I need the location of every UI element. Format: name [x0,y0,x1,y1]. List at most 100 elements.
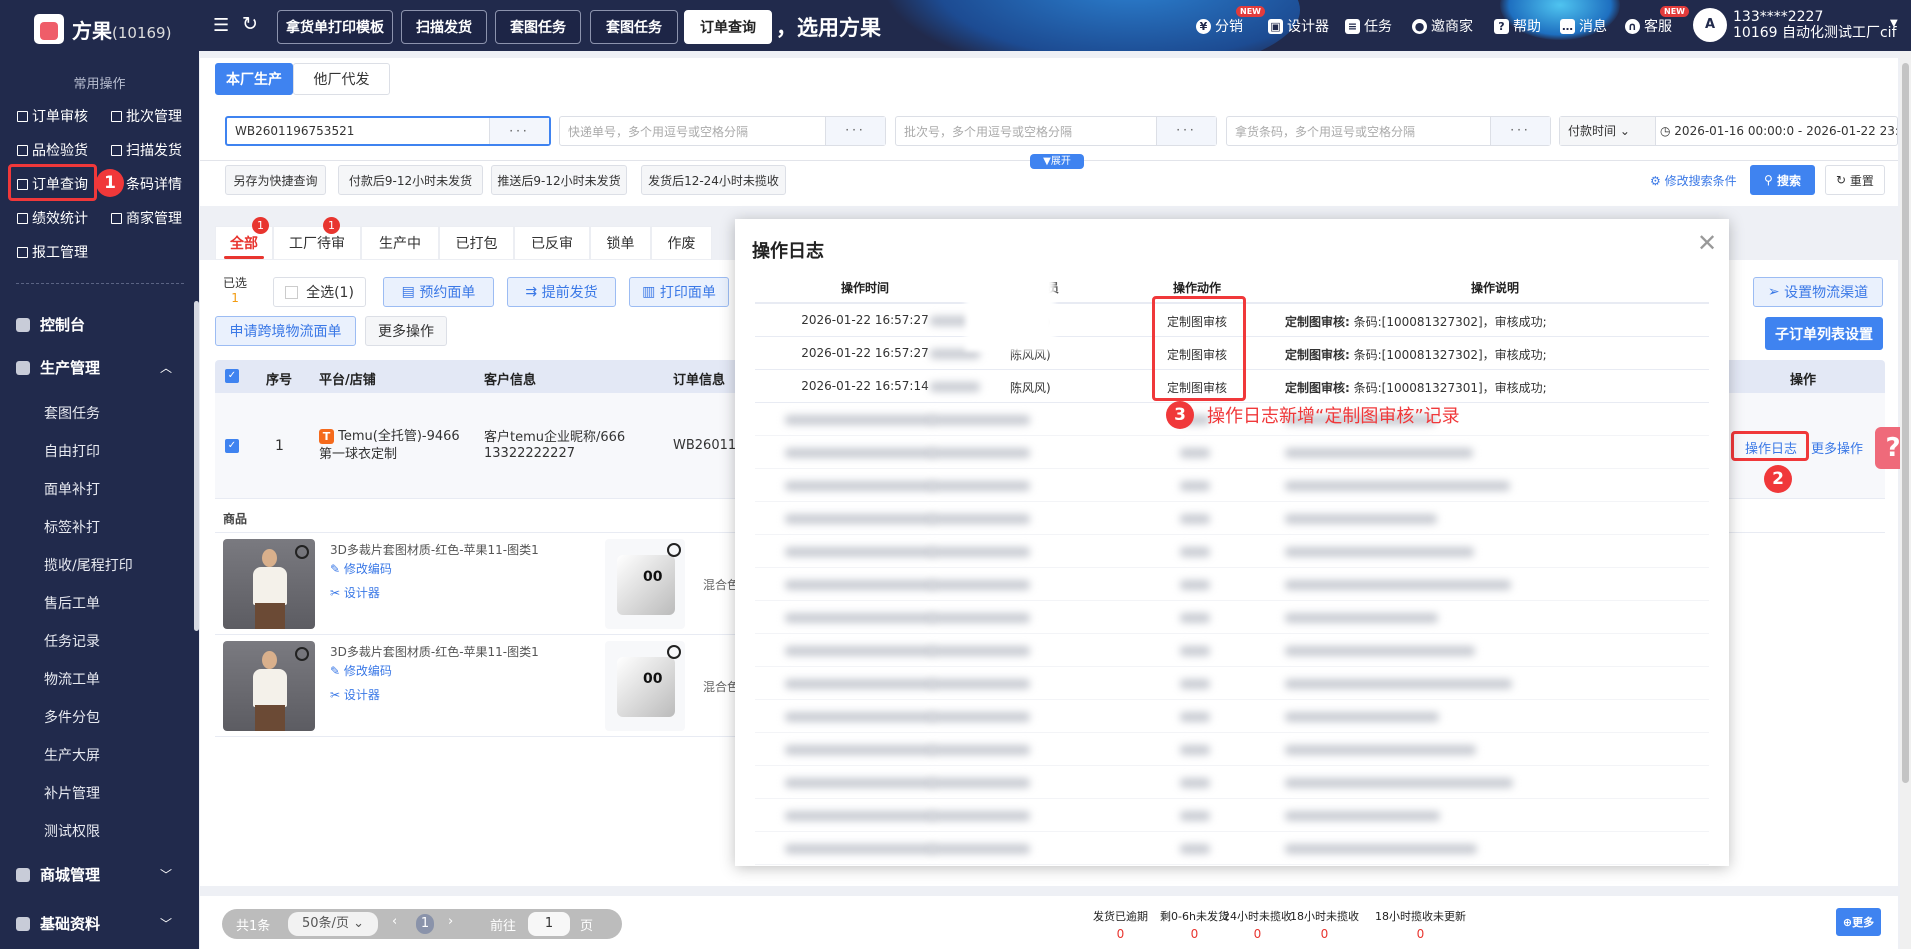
more-dots-button[interactable]: ··· [1156,117,1216,145]
tab-pick-print-template[interactable]: 拿货单打印模板 [277,10,393,44]
quick-query-paid-unshipped[interactable]: 付款后9-12小时未发货 [338,165,483,195]
submenu-item[interactable]: 套图任务 [44,403,100,423]
refresh-icon[interactable]: ↻ [242,13,258,35]
more-stats-button[interactable]: ⊕ 更多 [1836,908,1881,936]
submenu-item[interactable]: 自由打印 [44,441,100,461]
reset-button[interactable]: ↻ 重置 [1825,165,1885,195]
select-all-checkbox[interactable]: 全选(1) [273,277,366,307]
advance-ship-button[interactable]: ⇉ 提前发货 [507,277,616,307]
submenu-item[interactable]: 售后工单 [44,593,100,613]
tab-own-factory[interactable]: 本厂生产 [215,63,293,95]
time-type-select[interactable]: 付款时间 ⌄ [1560,117,1656,145]
status-tab[interactable]: 已反审 [514,226,590,260]
submenu-item[interactable]: 物流工单 [44,669,100,689]
avatar[interactable]: A [1693,8,1727,42]
save-quick-query-button[interactable]: 另存为快捷查询 [225,165,326,195]
reserve-waybill-button[interactable]: ▤ 预约面单 [383,277,494,307]
submenu-item[interactable]: 多件分包 [44,707,100,727]
print-waybill-button[interactable]: ▥ 打印面单 [629,277,729,307]
zoom-in-icon[interactable] [295,647,309,661]
designer-link[interactable]: ✂ 设计器 [330,584,380,601]
task-button[interactable]: ≡ 任务 [1345,16,1392,36]
tab-order-query[interactable]: 订单查询 [684,10,772,44]
zoom-in-icon[interactable] [295,545,309,559]
menu-dashboard[interactable]: 控制台 [16,314,85,335]
menu-basic-data[interactable]: 基础资料 [16,913,100,934]
row-checkbox[interactable]: ✓ [225,439,239,453]
search-button[interactable]: ⚲ 搜索 [1750,165,1815,195]
current-page[interactable]: 1 [416,914,434,934]
submenu-item[interactable]: 标签补打 [44,517,100,537]
header-checkbox[interactable]: ✓ [225,369,239,383]
caret-down-icon[interactable]: ▼ [1890,18,1898,29]
designer-button[interactable]: ▣ 设计器 [1268,16,1329,36]
status-tab[interactable]: 生产中 [361,226,439,260]
stat-item[interactable]: 24小时未揽收 0 [1223,908,1292,941]
sidebar-scrollbar[interactable] [194,301,199,631]
product-image[interactable] [223,641,315,731]
goto-page-input[interactable]: 1 [528,912,570,936]
cross-border-waybill-button[interactable]: 申请跨境物流面单 [215,316,356,346]
chevron-down-icon[interactable]: ﹀ [160,915,172,932]
zoom-in-icon[interactable] [667,543,681,557]
chevron-down-icon[interactable]: ﹀ [160,866,172,883]
stat-item[interactable]: 发货已逾期 0 [1093,908,1148,941]
menu-mall[interactable]: 商城管理 [16,864,100,885]
page-size-select[interactable]: 50条/页 ⌄ [288,912,378,936]
modify-search-conditions[interactable]: ⚙ 修改搜索条件 [1650,172,1737,189]
batch-no-input[interactable]: 批次号，多个用逗号或空格分隔 ··· [895,116,1217,146]
expand-button[interactable]: ▼展开 [1030,154,1084,169]
submenu-item[interactable]: 测试权限 [44,821,100,841]
invite-merchant-button[interactable]: ● 邀商家 [1412,16,1473,36]
quick-order-review[interactable]: 订单审核 [17,106,88,126]
quick-performance[interactable]: 绩效统计 [17,208,88,228]
quick-batch-manage[interactable]: 批次管理 [111,106,182,126]
next-page-button[interactable]: › [448,914,453,929]
edit-code-link[interactable]: ✎ 修改编码 [330,662,392,679]
status-tab[interactable]: 作废 [651,226,712,260]
tab-set-task[interactable]: 套图任务 [495,10,581,44]
more-dots-button[interactable]: ··· [825,117,885,145]
product-image[interactable] [223,539,315,629]
designer-link[interactable]: ✂ 设计器 [330,686,380,703]
customer-service-button[interactable]: ∩ 客服 [1625,16,1672,36]
status-tab[interactable]: 工厂待审 [273,226,361,260]
message-button[interactable]: … 消息 [1560,16,1607,36]
menu-production[interactable]: 生产管理 [16,357,100,378]
chevron-up-icon[interactable]: ︿ [160,359,172,376]
sub-order-list-settings-button[interactable]: 子订单列表设置 [1765,317,1883,350]
stat-item[interactable]: 18小时揽收未更新 0 [1375,908,1466,941]
quick-merchant-manage[interactable]: 商家管理 [111,208,182,228]
user-info[interactable]: 133****2227 10169 自动化测试工厂cif [1733,9,1897,41]
close-icon[interactable]: ✕ [1697,229,1717,257]
design-image[interactable]: 00 [605,539,685,629]
stat-item[interactable]: 剩0-6h未发货 0 [1160,908,1229,941]
menu-collapse-icon[interactable]: ☰ [213,15,229,36]
barcode-input[interactable]: 拿货条码，多个用逗号或空格分隔 ··· [1226,116,1551,146]
tab-set-task-2[interactable]: 套图任务 [590,10,678,44]
edit-code-link[interactable]: ✎ 修改编码 [330,560,392,577]
submenu-item[interactable]: 任务记录 [44,631,100,651]
page-scrollbar[interactable] [1900,51,1911,949]
quick-query-shipped-uncollected[interactable]: 发货后12-24小时未揽收 [641,165,786,195]
quick-work-report[interactable]: 报工管理 [17,242,88,262]
stat-item[interactable]: 18小时未揽收 0 [1290,908,1359,941]
status-tab[interactable]: 已打包 [439,226,514,260]
distribution-button[interactable]: ¥ 分销 [1196,16,1243,36]
more-dots-button[interactable]: ··· [1490,117,1550,145]
set-logistics-channel-button[interactable]: ➢ 设置物流渠道 [1753,277,1883,307]
express-no-input[interactable]: 快递单号，多个用逗号或空格分隔 ··· [559,116,886,146]
prev-page-button[interactable]: ‹ [392,914,397,929]
tab-scan-ship[interactable]: 扫描发货 [401,10,487,44]
quick-query-pushed-unshipped[interactable]: 推送后9-12小时未发货 [491,165,627,195]
quick-quality-check[interactable]: 品检验货 [17,140,88,160]
status-tab[interactable]: 锁单 [590,226,651,260]
submenu-item[interactable]: 生产大屏 [44,745,100,765]
help-button[interactable]: ? 帮助 [1494,16,1541,36]
date-range-input[interactable]: 付款时间 ⌄ ◷ 2026-01-16 00:00:0 - 2026-01-22… [1559,116,1898,146]
submenu-item[interactable]: 面单补打 [44,479,100,499]
more-actions-button[interactable]: 更多操作 [365,316,447,346]
order-no-input[interactable]: WB2601196753521 ··· [225,116,551,146]
more-operations-link[interactable]: 更多操作 [1811,438,1863,457]
submenu-item[interactable]: 揽收/尾程打印 [44,555,133,575]
